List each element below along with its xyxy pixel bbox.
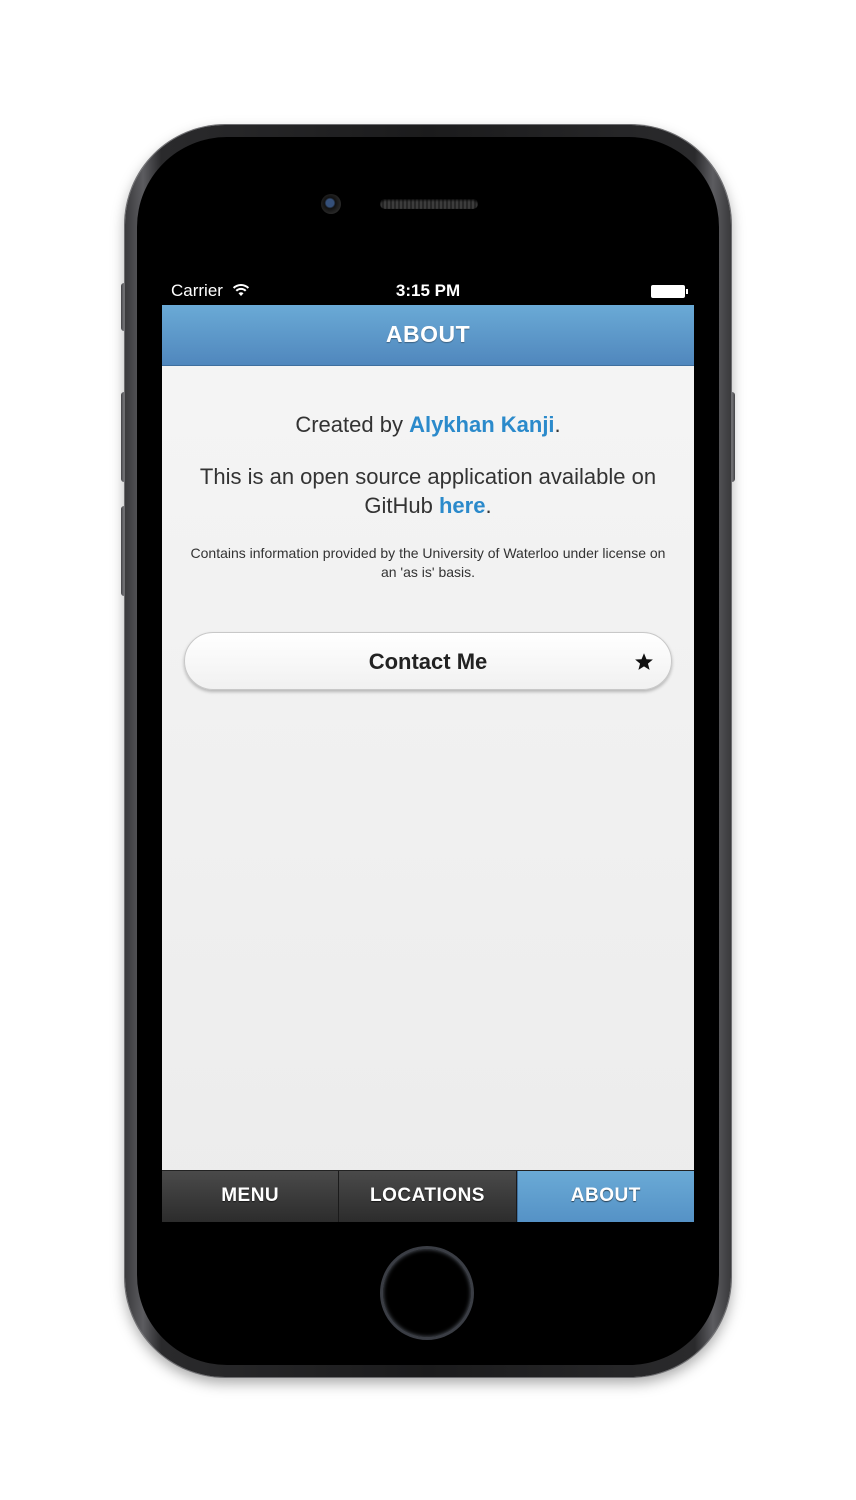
github-link[interactable]: here [439,493,485,518]
contact-me-label: Contact Me [368,649,488,674]
created-prefix: Created by [295,412,410,437]
page-title: ABOUT [162,305,694,366]
about-content: Created by Alykhan Kanji. This is an ope… [162,411,694,582]
star-icon [635,653,653,670]
open-source-prefix: This is an open source application avail… [199,464,657,518]
app-screen: Carrier 3:15 PM ABOUT Created by Alykhan… [162,277,694,1222]
earpiece-speaker [380,199,478,209]
tab-locations[interactable]: LOCATIONS [339,1171,517,1222]
created-by-text: Created by Alykhan Kanji. [184,411,672,439]
battery-icon [651,285,688,298]
status-bar: Carrier 3:15 PM [162,277,694,305]
tab-menu[interactable]: MENU [162,1171,340,1222]
device-stage: Carrier 3:15 PM ABOUT Created by Alykhan… [0,0,856,1500]
contact-me-button[interactable]: Contact Me [184,632,672,690]
status-time: 3:15 PM [395,281,461,300]
front-camera [321,194,341,214]
tab-about[interactable]: ABOUT [516,1171,694,1222]
created-suffix: . [554,412,561,437]
author-link[interactable]: Alykhan Kanji [409,412,554,437]
license-text: Contains information provided by the Uni… [190,545,666,580]
home-button[interactable] [380,1246,474,1340]
open-source-suffix: . [485,493,492,518]
tab-bar: MENU LOCATIONS ABOUT [162,1170,694,1222]
open-source-text: This is an open source application avail… [184,462,672,520]
